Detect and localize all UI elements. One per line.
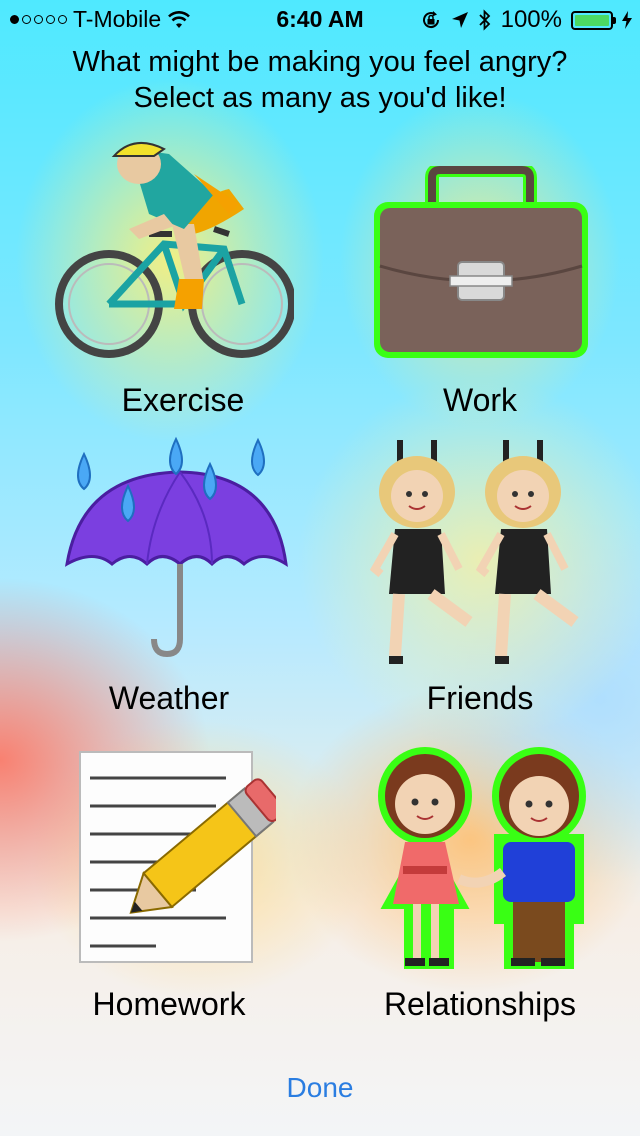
briefcase-icon [374,166,588,358]
option-work[interactable]: Work [325,130,635,430]
option-relationships[interactable]: Relationships [325,744,635,1044]
battery-icon [571,10,616,30]
option-exercise[interactable]: Exercise [28,130,338,430]
question-subtitle: Select as many as you'd like! [133,82,507,114]
question-prompt: What might be making you feel angry? Sel… [0,44,640,116]
option-label: Weather [108,680,230,716]
option-label: Friends [426,680,534,716]
rotation-lock-icon [422,11,439,29]
dancers-icon [369,440,579,664]
option-weather[interactable]: Weather [14,434,324,734]
location-arrow-icon [451,12,468,28]
status-bar: T-Mobile 6:40 AM 100% [0,0,640,40]
couple-icon [378,747,586,969]
option-label: Relationships [383,986,577,1022]
charging-bolt-icon [622,11,632,29]
battery-percent: 100% [500,6,562,33]
status-right: 100% [420,6,632,34]
option-homework[interactable]: Homework [14,744,324,1044]
bluetooth-icon [478,9,490,31]
umbrella-rain-icon [65,436,288,658]
option-label: Work [442,382,518,418]
option-label: Homework [92,986,246,1022]
done-button[interactable]: Done [0,1072,640,1104]
option-label: Exercise [121,382,245,418]
option-friends[interactable]: Friends [325,434,635,734]
question-title: What might be making you feel angry? [72,46,568,78]
cyclist-icon [55,141,294,358]
memo-pencil-icon [79,751,276,963]
